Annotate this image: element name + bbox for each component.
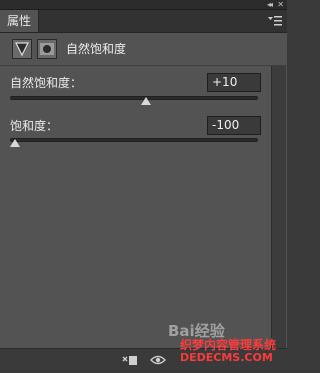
vibrance-slider-thumb[interactable] [140, 97, 151, 105]
watermark-line2: DEDECMS.COM [180, 351, 273, 364]
panel-menu-icon[interactable] [268, 16, 282, 26]
saturation-slider-track[interactable] [10, 138, 258, 142]
tab-properties[interactable]: 属性 [0, 10, 39, 32]
eye-icon[interactable] [150, 353, 166, 367]
properties-header: 自然饱和度 [0, 33, 287, 66]
adjustment-title: 自然饱和度 [66, 42, 127, 56]
adjustment-layer-icon[interactable] [12, 39, 32, 59]
saturation-slider-thumb[interactable] [10, 139, 20, 147]
vibrance-slider-track[interactable] [10, 96, 258, 100]
properties-content: 自然饱和度： +10 饱和度： -100 [0, 66, 287, 348]
clip-to-layer-icon[interactable] [122, 353, 138, 367]
collapse-panel-icon[interactable]: ◂◂ [267, 0, 273, 9]
triangle-down-icon [15, 42, 29, 57]
saturation-label: 饱和度： [10, 119, 59, 133]
layer-mask-button[interactable] [37, 39, 57, 59]
window-top-strip: ◂◂ ✕ [0, 0, 287, 10]
panel-scrollbar[interactable] [271, 66, 286, 348]
panel-tab-bar: 属性 [0, 10, 287, 33]
saturation-value-field[interactable]: -100 [207, 116, 261, 135]
mask-icon [40, 43, 54, 55]
vibrance-label: 自然饱和度： [10, 76, 83, 90]
vibrance-value-field[interactable]: +10 [207, 73, 261, 92]
close-icon[interactable]: ✕ [277, 0, 284, 9]
